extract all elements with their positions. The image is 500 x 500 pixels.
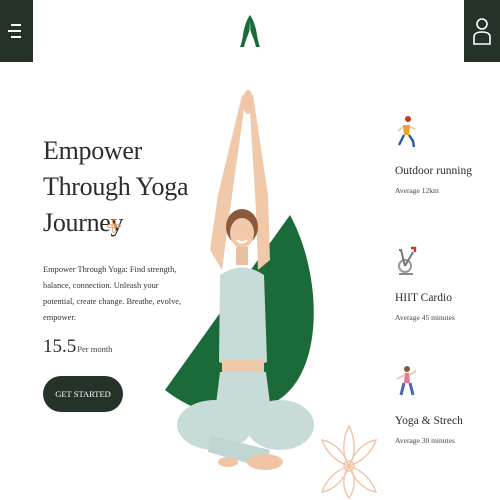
exercise-bike-icon (398, 246, 417, 275)
menu-button[interactable] (0, 0, 33, 62)
feature-item-hiit-cardio: HIIT Cardio Average 45 minutes (395, 242, 455, 322)
price: 15.5Per month (43, 336, 112, 358)
feature-subtitle: Average 30 minutes (395, 436, 455, 445)
woman-yoga-pose-image (177, 90, 314, 470)
price-suffix: Per month (77, 344, 113, 354)
feature-subtitle: Average 45 minutes (395, 313, 455, 322)
feature-title: Outdoor running (395, 165, 472, 177)
feature-item-outdoor-running: Outdoor running Average 12km (395, 115, 472, 195)
user-button[interactable] (464, 0, 500, 62)
lotus-mandala-icon (320, 424, 378, 500)
feature-item-yoga-strech: Yoga & Strech Average 30 minutes (395, 365, 463, 445)
yoga-pose-icon (396, 366, 417, 396)
menu-icon-line (11, 36, 21, 38)
flower-icon (107, 219, 121, 233)
get-started-button[interactable]: GET STARTED (43, 376, 123, 412)
feature-title: HIIT Cardio (395, 292, 452, 304)
menu-icon (11, 24, 21, 26)
menu-icon-line (8, 30, 21, 32)
praying-hands-logo-icon[interactable] (238, 13, 262, 49)
user-icon (473, 18, 491, 45)
feature-subtitle: Average 12km (395, 186, 439, 195)
runner-icon (397, 116, 416, 148)
price-value: 15.5 (43, 336, 77, 357)
feature-title: Yoga & Strech (395, 415, 463, 427)
